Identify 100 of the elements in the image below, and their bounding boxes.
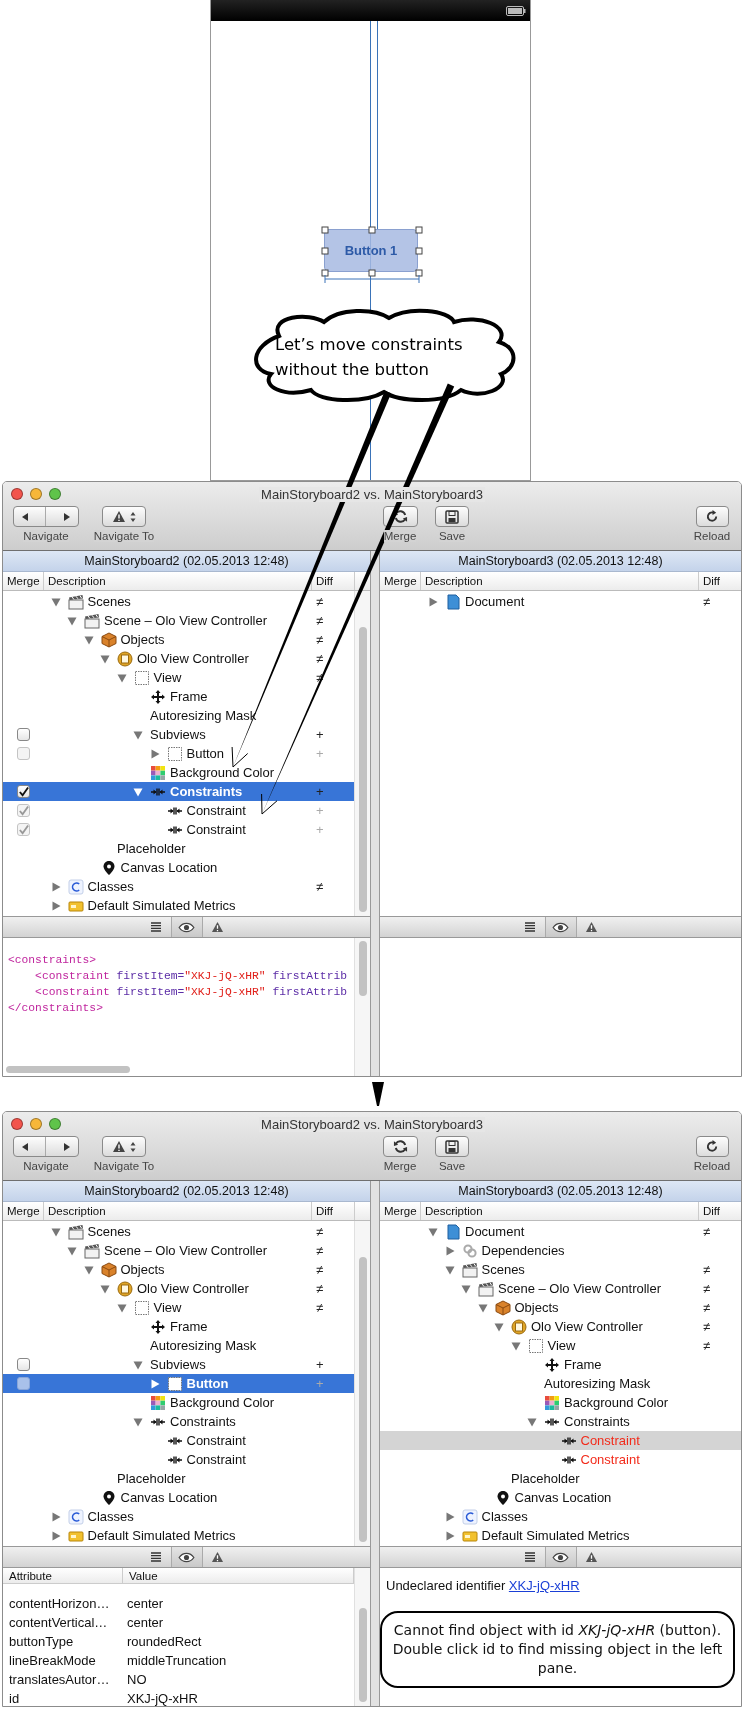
checkbox[interactable] (17, 728, 30, 741)
tree-item-label[interactable]: Classes (87, 1509, 134, 1524)
tree-item-label[interactable]: Olo View Controller (531, 1319, 643, 1334)
column-header[interactable]: Merge (380, 572, 421, 590)
disclosure-triangle-icon[interactable] (100, 653, 110, 664)
scrollbar-thumb[interactable] (359, 1257, 367, 1542)
tree-item-label[interactable]: Constraints (170, 1414, 236, 1429)
save-button[interactable] (435, 506, 469, 527)
disclosure-triangle-icon[interactable] (50, 881, 61, 892)
disclosure-triangle-icon[interactable] (50, 1511, 61, 1522)
column-header[interactable]: Merge (3, 1202, 44, 1220)
column-header[interactable]: Description (44, 1202, 312, 1220)
tree-item-label[interactable]: Scenes (481, 1262, 525, 1277)
minimize-button[interactable] (30, 488, 42, 500)
tree-item-label[interactable]: View (153, 670, 182, 685)
zoom-button[interactable] (49, 488, 61, 500)
disclosure-triangle-icon[interactable] (444, 1264, 455, 1275)
merge-button[interactable] (382, 1136, 418, 1157)
tree-item-label[interactable]: Default Simulated Metrics (87, 1528, 236, 1543)
column-header[interactable]: Diff (312, 572, 354, 590)
scrollbar-thumb[interactable] (359, 1608, 367, 1702)
tree-item-label[interactable]: Frame (564, 1357, 602, 1372)
disclosure-triangle-icon[interactable] (444, 1245, 455, 1256)
disclosure-triangle-icon[interactable] (133, 1416, 143, 1427)
disclosure-triangle-icon[interactable] (50, 1530, 61, 1541)
tree-item-label[interactable]: Scenes (87, 594, 131, 609)
tree-item-label[interactable]: Placeholder (117, 1471, 186, 1486)
tree-item-label[interactable]: Constraint (580, 1452, 640, 1467)
column-header[interactable]: Description (421, 1202, 699, 1220)
disclosure-triangle-icon[interactable] (494, 1321, 504, 1332)
disclosure-triangle-icon[interactable] (133, 1359, 143, 1370)
tree-item-label[interactable]: Scene – Olo View Controller (498, 1281, 662, 1296)
zoom-button[interactable] (49, 1118, 61, 1130)
navigate-to-button[interactable] (102, 1136, 146, 1157)
tree-item-label[interactable]: View (153, 1300, 182, 1315)
tree-item-label[interactable]: Constraints (564, 1414, 630, 1429)
tree-item-label[interactable]: Scene – Olo View Controller (104, 1243, 268, 1258)
column-header[interactable]: Diff (312, 1202, 354, 1220)
column-header[interactable]: Description (421, 572, 699, 590)
tree-item-label[interactable]: Subviews (150, 1357, 206, 1372)
tree-item-label[interactable]: Constraint (186, 1452, 246, 1467)
scrollbar-thumb[interactable] (6, 1066, 130, 1073)
disclosure-triangle-icon[interactable] (444, 1511, 455, 1522)
reload-button[interactable] (695, 1136, 729, 1157)
scrollbar-thumb[interactable] (359, 627, 367, 912)
tree-item-label[interactable]: Objects (514, 1300, 559, 1315)
scrollbar-thumb[interactable] (359, 941, 367, 996)
preview-button[interactable] (544, 1547, 577, 1567)
tree-item-label[interactable]: Canvas Location (120, 860, 218, 875)
tree-item-label[interactable]: Frame (170, 1319, 208, 1334)
disclosure-triangle-icon[interactable] (116, 672, 127, 683)
tree-item-label[interactable]: View (547, 1338, 576, 1353)
tree-item-label[interactable]: Scenes (87, 1224, 131, 1239)
tree-item-label[interactable]: Classes (481, 1509, 528, 1524)
disclosure-triangle-icon[interactable] (527, 1416, 537, 1427)
preview-button[interactable] (170, 917, 203, 937)
navigate-to-button[interactable] (102, 506, 146, 527)
minimize-button[interactable] (30, 1118, 42, 1130)
reload-button[interactable] (695, 506, 729, 527)
checkbox[interactable] (17, 785, 30, 798)
disclosure-triangle-icon[interactable] (133, 729, 143, 740)
preview-button[interactable] (170, 1547, 203, 1567)
tree-item-label[interactable]: Dependencies (481, 1243, 565, 1258)
disclosure-triangle-icon[interactable] (67, 1245, 77, 1256)
tree-item-label[interactable]: Placeholder (511, 1471, 580, 1486)
save-button[interactable] (435, 1136, 469, 1157)
disclosure-triangle-icon[interactable] (83, 1264, 94, 1275)
navigate-button[interactable] (13, 1136, 79, 1157)
tree-item-label[interactable]: Document (465, 1224, 525, 1239)
tree-item-label[interactable]: Canvas Location (514, 1490, 612, 1505)
tree-item-label[interactable]: Background Color (564, 1395, 669, 1410)
disclosure-triangle-icon[interactable] (461, 1283, 471, 1294)
tree-item-label[interactable]: Default Simulated Metrics (87, 898, 236, 913)
tree-item-label[interactable]: Subviews (150, 727, 206, 742)
tree-item-label[interactable]: Default Simulated Metrics (481, 1528, 630, 1543)
disclosure-triangle-icon[interactable] (510, 1340, 521, 1351)
disclosure-triangle-icon[interactable] (83, 634, 94, 645)
tree-item-label[interactable]: Document (465, 594, 525, 609)
tree-item-label[interactable]: Placeholder (117, 841, 186, 856)
tree-item-label[interactable]: Background Color (170, 1395, 275, 1410)
tree-item-label[interactable]: Canvas Location (120, 1490, 218, 1505)
disclosure-triangle-icon[interactable] (67, 615, 77, 626)
disclosure-triangle-icon[interactable] (428, 596, 438, 607)
navigate-button[interactable] (13, 506, 79, 527)
tree-item-label[interactable]: Constraints (170, 784, 243, 799)
tree-item-label[interactable]: Autoresizing Mask (544, 1376, 651, 1391)
checkbox[interactable] (17, 1358, 30, 1371)
disclosure-triangle-icon[interactable] (50, 596, 61, 607)
canvas-button[interactable]: Button 1 (324, 229, 418, 272)
tree-item-label[interactable]: Olo View Controller (137, 651, 249, 666)
tree-item-label[interactable]: Constraint (186, 1433, 246, 1448)
disclosure-triangle-icon[interactable] (444, 1530, 455, 1541)
tree-item-label[interactable]: Frame (170, 689, 208, 704)
disclosure-triangle-icon[interactable] (428, 1226, 438, 1237)
disclosure-triangle-icon[interactable] (100, 1283, 110, 1294)
disclosure-triangle-icon[interactable] (133, 786, 143, 797)
close-button[interactable] (11, 1118, 23, 1130)
column-header[interactable]: Attribute (3, 1568, 123, 1583)
tree-item-label[interactable]: Olo View Controller (137, 1281, 249, 1296)
tree-item-label[interactable]: Classes (87, 879, 134, 894)
